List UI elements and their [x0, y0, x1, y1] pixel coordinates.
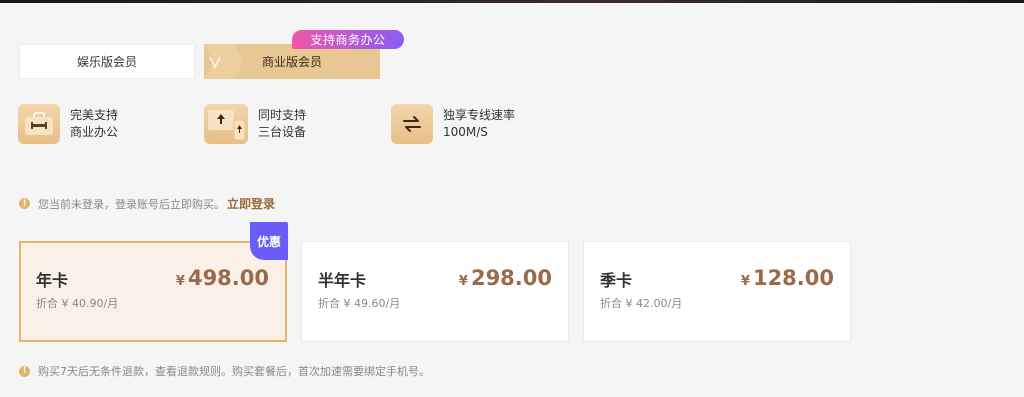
feature-line2: 三台设备: [258, 125, 307, 139]
discount-badge: 优惠: [250, 222, 288, 260]
plan-monthly-equivalent: 折合 ¥ 49.60/月: [318, 297, 401, 310]
plan-monthly-equivalent: 折合 ¥ 40.90/月: [36, 297, 119, 310]
refund-note: ! 购买7天后无条件退款，查看退款规则。购买套餐后，首次加速需要绑定手机号。: [19, 363, 430, 379]
price-value: 298.00: [470, 266, 552, 290]
plan-name: 季卡: [600, 271, 633, 290]
currency-symbol: ¥: [740, 274, 750, 289]
plan-card-quarterly[interactable]: 季卡 ¥ 128.00 折合 ¥ 42.00/月: [583, 241, 851, 342]
feature-three-devices: 同时支持 三台设备: [204, 103, 306, 145]
login-link[interactable]: 立即登录: [227, 195, 275, 212]
plan-name: 半年卡: [318, 271, 367, 290]
feature-line1: 独享专线速率: [443, 108, 516, 122]
info-icon: !: [19, 365, 30, 377]
plan-price: ¥ 298.00: [459, 266, 552, 290]
plan-price: ¥ 498.00: [176, 266, 269, 290]
tab-entertainment-label: 娱乐版会员: [76, 55, 137, 69]
promo-badge: 支持商务办公: [292, 30, 404, 49]
login-notice: ! 您当前未登录，登录账号后立即购买。 立即登录: [19, 195, 275, 212]
swap-arrows-icon: [391, 104, 433, 144]
plan-card-yearly[interactable]: 年卡 ¥ 498.00 折合 ¥ 40.90/月: [19, 241, 287, 342]
price-value: 128.00: [752, 266, 834, 290]
briefcase-icon: [18, 104, 60, 144]
feature-line1: 完美支持: [70, 108, 119, 122]
notice-text: 您当前未登录，登录账号后立即购买。: [38, 197, 225, 211]
feature-line2: 100M/S: [443, 125, 488, 139]
devices-icon: [204, 104, 248, 144]
tab-business-membership[interactable]: 商业版会员: [204, 44, 380, 79]
tab-entertainment-membership[interactable]: 娱乐版会员: [19, 44, 195, 79]
refund-note-text: 购买7天后无条件退款，查看退款规则。购买套餐后，首次加速需要绑定手机号。: [38, 365, 430, 378]
top-strip: [0, 0, 1024, 3]
info-icon: !: [19, 198, 30, 209]
feature-dedicated-line: 独享专线速率 100M/S: [391, 103, 515, 145]
chevron-right-icon: [204, 44, 248, 79]
price-value: 498.00: [187, 266, 269, 290]
plan-price: ¥ 128.00: [741, 266, 834, 290]
tab-business-label: 商业版会员: [261, 55, 322, 69]
feature-line1: 同时支持: [258, 108, 307, 122]
currency-symbol: ¥: [175, 274, 185, 289]
currency-symbol: ¥: [458, 274, 468, 289]
plan-card-half-year[interactable]: 半年卡 ¥ 298.00 折合 ¥ 49.60/月: [301, 241, 569, 342]
feature-line2: 商业办公: [70, 125, 119, 139]
feature-business-office: 完美支持 商业办公: [18, 103, 118, 145]
plan-name: 年卡: [36, 271, 69, 290]
plan-monthly-equivalent: 折合 ¥ 42.00/月: [600, 297, 683, 310]
